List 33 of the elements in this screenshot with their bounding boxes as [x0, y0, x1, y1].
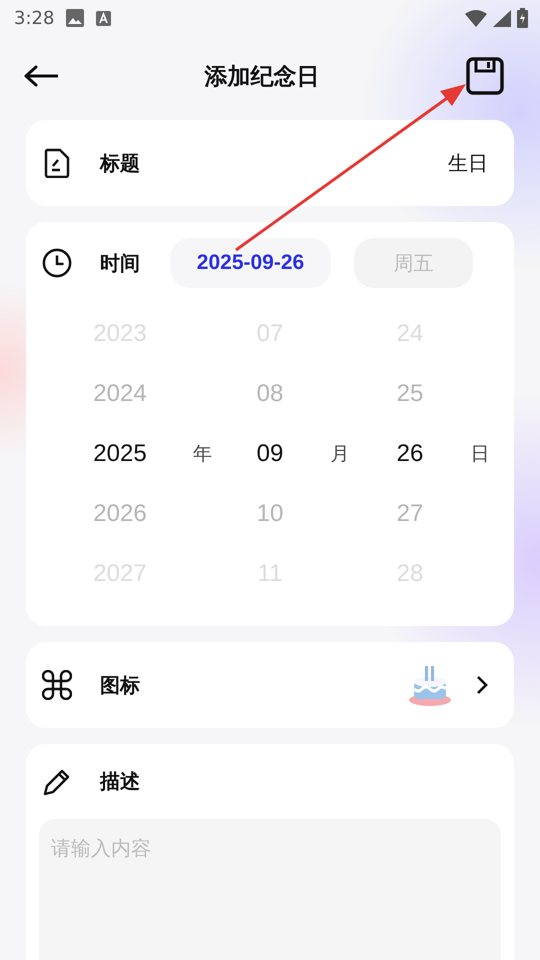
picker-option[interactable]: 2025 [55, 424, 185, 484]
battery-icon [517, 8, 528, 28]
signal-icon [493, 10, 511, 26]
title-label: 标题 [100, 150, 140, 176]
picker-option[interactable]: 26 [360, 424, 460, 484]
picker-option[interactable]: 2024 [55, 364, 185, 424]
save-icon[interactable] [466, 57, 504, 95]
picker-option[interactable]: 09 [220, 424, 320, 484]
unit-label: 年 [192, 442, 213, 467]
unit-label: 日 [470, 442, 490, 467]
time-label: 时间 [100, 250, 140, 276]
picker-option[interactable]: 25 [360, 364, 460, 424]
description-label: 描述 [100, 768, 140, 795]
icon-label: 图标 [100, 672, 140, 698]
weekday-chip: 周五 [354, 238, 473, 288]
picker-option[interactable]: 08 [220, 364, 320, 424]
clock-icon [42, 247, 72, 279]
text-icon [96, 10, 112, 26]
image-icon [66, 9, 84, 27]
page-title: 添加纪念日 [204, 62, 320, 92]
unit-label: 月 [330, 442, 350, 467]
date-chip[interactable]: 2025-09-26 [170, 238, 331, 288]
command-icon [42, 670, 72, 700]
picker-option[interactable]: 10 [220, 484, 320, 544]
picker-option[interactable]: 27 [360, 484, 460, 544]
edit-document-icon [42, 148, 72, 178]
back-arrow-icon[interactable] [24, 65, 58, 87]
wifi-icon [465, 10, 487, 26]
description-input[interactable]: 请输入内容 [39, 819, 501, 960]
picker-option[interactable]: 2026 [55, 484, 185, 544]
title-value[interactable]: 生日 [448, 150, 488, 176]
chevron-right-icon[interactable] [476, 675, 488, 695]
status-time: 3:28 [14, 8, 54, 28]
